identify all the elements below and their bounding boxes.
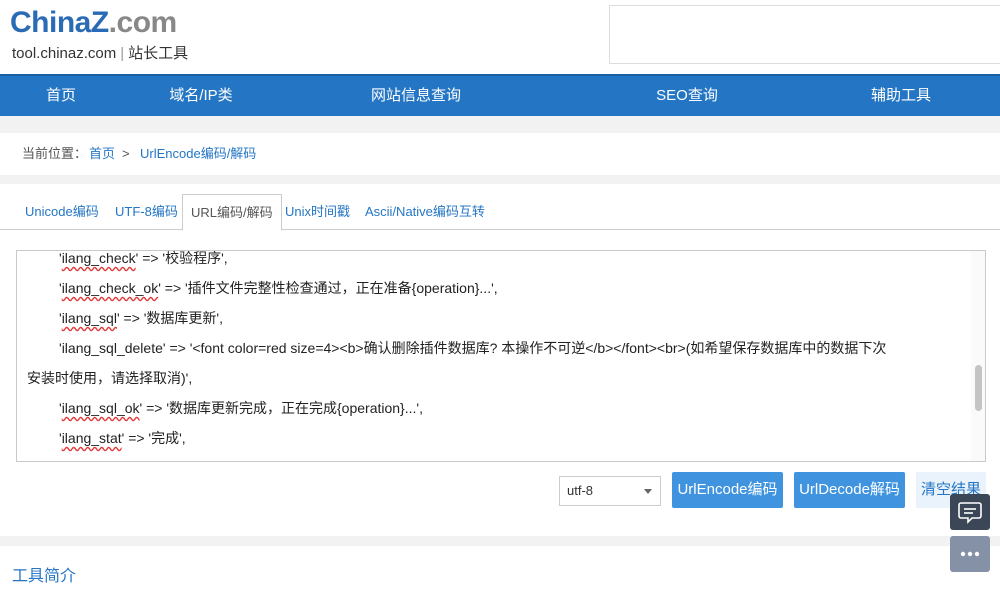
nav-item-seo[interactable]: SEO查询 bbox=[642, 76, 732, 116]
textarea-content: 'ilang_check' => '校验程序', 'ilang_check_ok… bbox=[17, 251, 972, 461]
text-line-value: 安装时使用，请选择取消)', bbox=[27, 370, 193, 386]
logo-brand-a: China bbox=[10, 6, 91, 39]
nav-item-site-info[interactable]: 网站信息查询 bbox=[356, 76, 476, 116]
text-line-key: ilang_check bbox=[61, 251, 136, 266]
tool-intro-section: 工具简介 bbox=[0, 546, 1000, 600]
tab-ascii-native[interactable]: Ascii/Native编码互转 bbox=[357, 194, 493, 230]
breadcrumb-label: 当前位置： bbox=[22, 146, 88, 161]
text-line-value: ' => '校验程序', bbox=[135, 251, 228, 266]
url-encode-button[interactable]: UrlEncode编码 bbox=[672, 472, 783, 508]
text-line-value: ' => '<font color=red size=4><b>确认删除插件数据… bbox=[162, 340, 887, 356]
text-line-value: ' => '数据库更新完成，正在完成{operation}...', bbox=[139, 400, 423, 416]
text-line-value: ' => '数据库更新', bbox=[116, 310, 223, 326]
text-line-key: ilang_stat bbox=[61, 430, 122, 446]
logo-brand-z: Z bbox=[90, 6, 109, 39]
breadcrumb-current[interactable]: UrlEncode编码/解码 bbox=[140, 133, 256, 175]
text-line: 'ilang_sql_ok' => '数据库更新完成，正在完成{operatio… bbox=[59, 400, 423, 416]
breadcrumb-arrow: > bbox=[122, 146, 130, 161]
text-line-value: ' => '插件文件完整性检查通过，正在准备{operation}...', bbox=[158, 280, 498, 296]
text-line-key: ilang_sql_delete bbox=[61, 340, 163, 356]
text-line-value: ' => '完成', bbox=[121, 430, 186, 446]
header-ad-slot bbox=[609, 5, 1000, 64]
text-line: 安装时使用，请选择取消)', bbox=[27, 368, 192, 388]
text-line: 'ilang_sql' => '数据库更新', bbox=[59, 310, 223, 326]
logo-site: tool.chinaz.com bbox=[12, 45, 117, 62]
logo-separator: | bbox=[120, 45, 125, 62]
logo-tagline: 站长工具 bbox=[128, 45, 189, 62]
site-header: ChinaZ.com tool.chinaz.com | 站长工具 bbox=[0, 0, 1000, 74]
nav-item-domain-ip[interactable]: 域名/IP类 bbox=[150, 76, 252, 116]
content-textarea[interactable]: 'ilang_check' => '校验程序', 'ilang_check_ok… bbox=[16, 250, 986, 462]
chinaz-logo[interactable]: ChinaZ.com tool.chinaz.com | 站长工具 bbox=[10, 6, 210, 66]
logo-wordmark: ChinaZ.com bbox=[10, 6, 177, 40]
main-nav: 首页 域名/IP类 网站信息查询 SEO查询 辅助工具 bbox=[0, 74, 1000, 116]
charset-select[interactable]: utf-8 bbox=[559, 476, 661, 506]
breadcrumb: 当前位置： 首页 > UrlEncode编码/解码 bbox=[0, 133, 1000, 175]
text-line-key: ilang_sql_ok bbox=[61, 400, 140, 416]
nav-item-tools[interactable]: 辅助工具 bbox=[856, 76, 946, 116]
url-decode-button[interactable]: UrlDecode解码 bbox=[794, 472, 905, 508]
text-line: 'ilang_sql_delete' => '<font color=red s… bbox=[59, 340, 887, 356]
chevron-down-icon bbox=[644, 489, 652, 494]
tab-utf8[interactable]: UTF-8编码 bbox=[107, 194, 186, 230]
scrollbar-thumb[interactable] bbox=[975, 365, 982, 411]
text-line: 'ilang_check' => '校验程序', bbox=[59, 251, 228, 266]
textarea-scrollbar[interactable] bbox=[971, 251, 985, 461]
text-line: 'ilang_stat' => '完成', bbox=[59, 430, 186, 446]
tab-unix-timestamp[interactable]: Unix时间戳 bbox=[277, 194, 358, 230]
text-line-key: ilang_check_ok bbox=[61, 280, 159, 296]
tool-intro-title: 工具简介 bbox=[12, 568, 77, 585]
tab-url-encode[interactable]: URL编码/解码 bbox=[182, 194, 282, 231]
logo-subtitle: tool.chinaz.com | 站长工具 bbox=[12, 42, 188, 63]
more-button[interactable] bbox=[950, 536, 990, 572]
charset-selected-value: utf-8 bbox=[567, 483, 594, 498]
text-line: 'ilang_check_ok' => '插件文件完整性检查通过，正在准备{op… bbox=[59, 280, 498, 296]
more-icon bbox=[960, 551, 980, 557]
logo-brand-b: .com bbox=[108, 6, 178, 39]
nav-item-home[interactable]: 首页 bbox=[22, 76, 100, 116]
chat-icon bbox=[958, 502, 982, 524]
tab-unicode[interactable]: Unicode编码 bbox=[17, 194, 107, 230]
breadcrumb-home-link[interactable]: 首页 bbox=[89, 133, 115, 175]
text-line-key: ilang_sql bbox=[61, 310, 117, 326]
tool-tabs: Unicode编码 UTF-8编码 URL编码/解码 Unix时间戳 Ascii… bbox=[0, 194, 1000, 231]
tool-panel: Unicode编码 UTF-8编码 URL编码/解码 Unix时间戳 Ascii… bbox=[0, 184, 1000, 536]
feedback-button[interactable] bbox=[950, 494, 990, 530]
